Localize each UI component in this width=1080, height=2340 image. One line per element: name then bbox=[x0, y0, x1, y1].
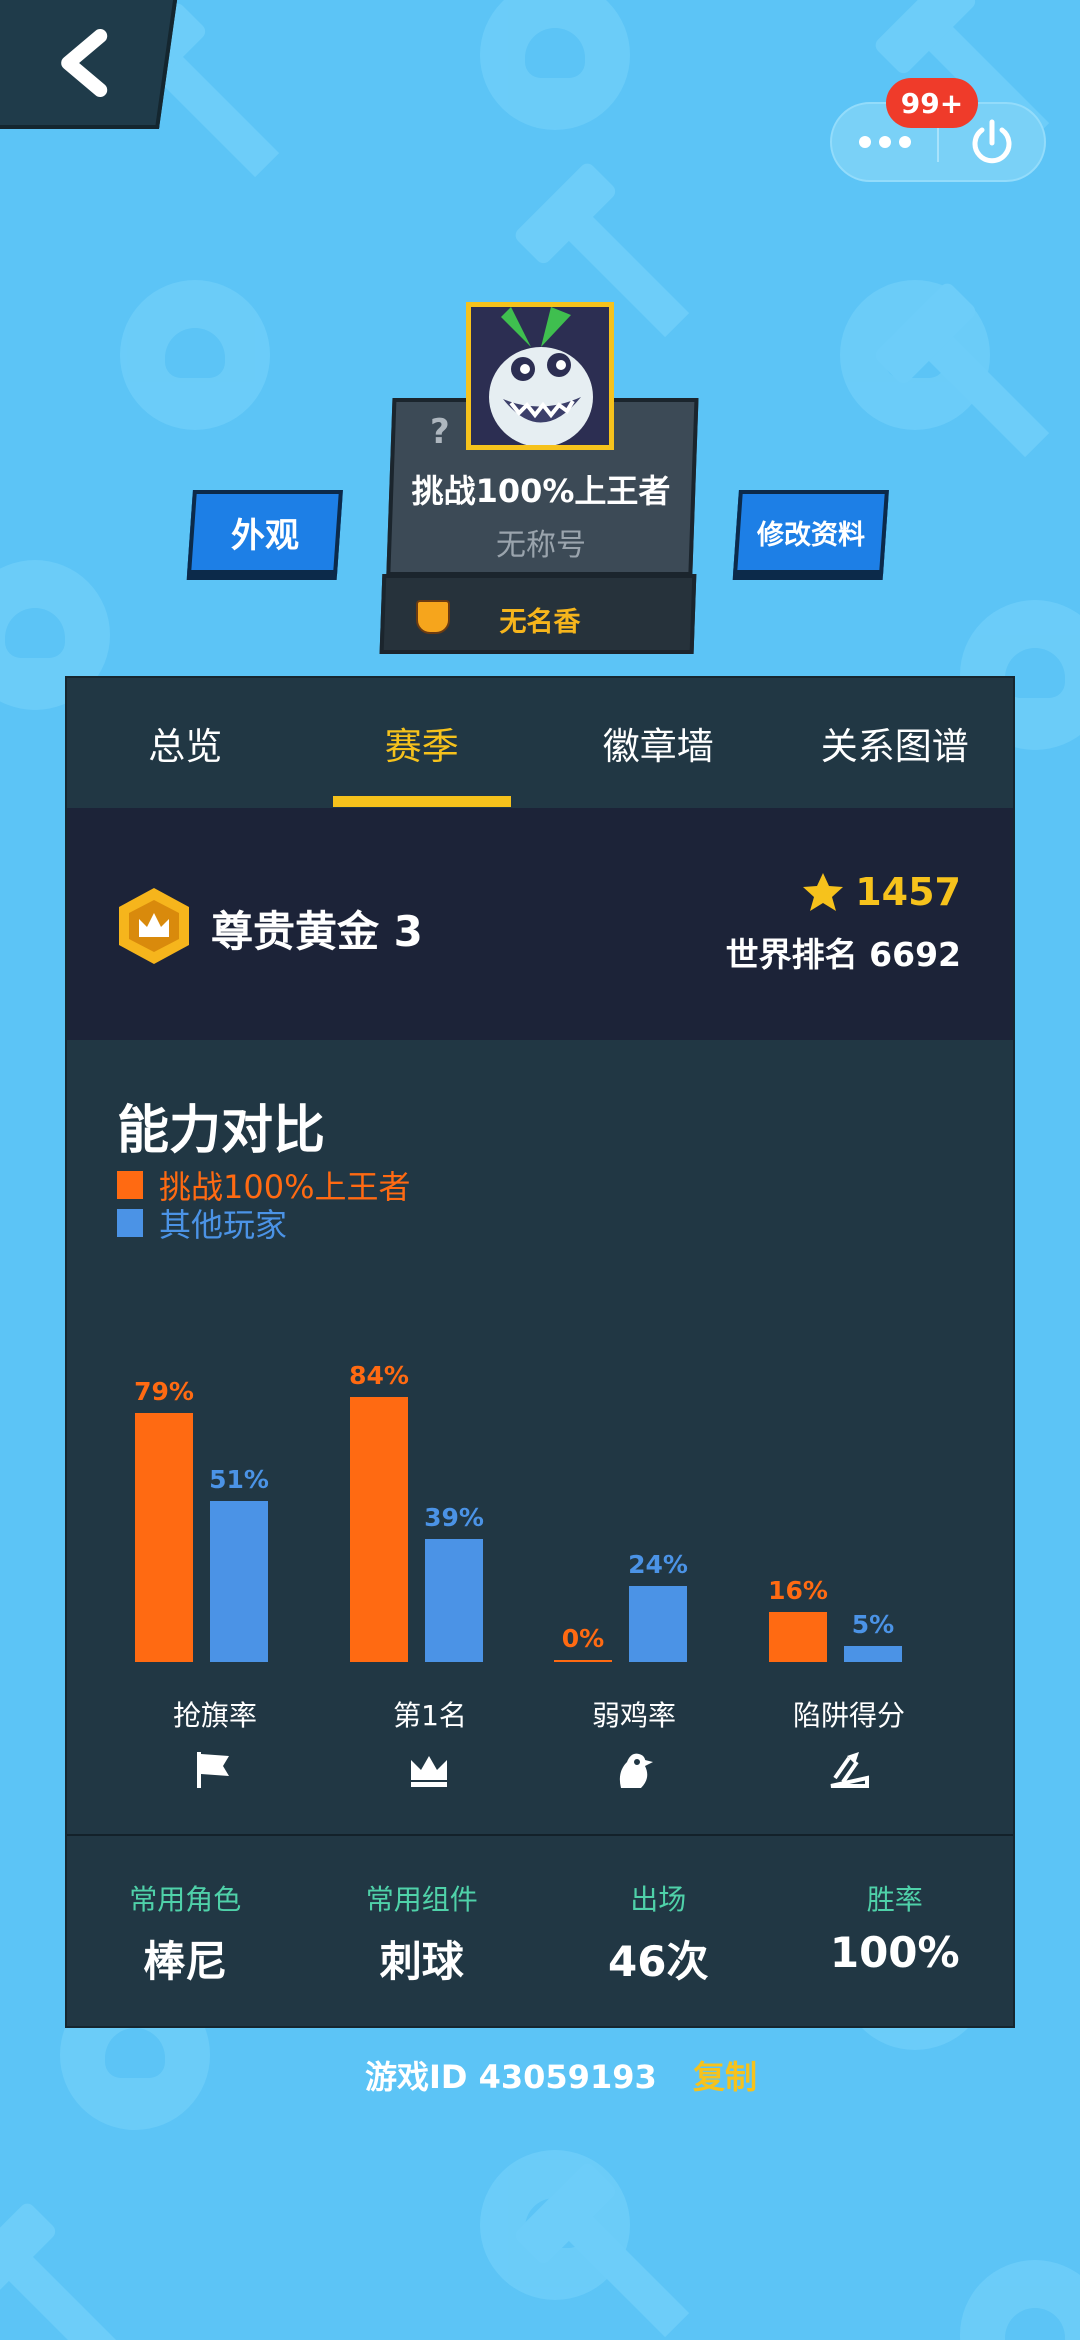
stat-main-component: 常用组件 刺球 bbox=[304, 1878, 541, 1989]
flag-icon bbox=[197, 1752, 229, 1788]
avatar[interactable] bbox=[466, 302, 614, 450]
category-label: 陷阱得分 bbox=[792, 1699, 905, 1732]
bar-value-label: 79% bbox=[134, 1376, 194, 1406]
stat-key: 常用角色 bbox=[129, 1883, 242, 1916]
chart-bar bbox=[135, 1412, 193, 1662]
stat-main-role: 常用角色 棒尼 bbox=[67, 1878, 304, 1989]
tab-overview[interactable]: 总览 bbox=[67, 678, 304, 808]
clan-name[interactable]: 无名香 bbox=[460, 600, 620, 639]
trap-icon bbox=[830, 1752, 869, 1788]
season-rank-row: 尊贵黄金 3 1457 世界排名 6692 bbox=[67, 808, 1013, 1040]
power-icon bbox=[972, 119, 1011, 164]
stats-panel: 总览 赛季 徽章墙 关系图谱 尊贵黄金 3 1457 世界排名 6692 能力对… bbox=[65, 676, 1015, 2028]
monster-avatar-icon bbox=[471, 307, 609, 445]
stat-value: 棒尼 bbox=[143, 1937, 228, 1986]
player-name: 挑战100%上王者 bbox=[411, 472, 671, 510]
chart-bar bbox=[554, 1660, 612, 1662]
tab-badge-wall[interactable]: 徽章墙 bbox=[540, 678, 777, 808]
chart-bar bbox=[844, 1646, 902, 1662]
stat-key: 常用组件 bbox=[365, 1883, 478, 1916]
stats-row: 常用角色 棒尼 常用组件 刺球 出场 46次 胜率 100% bbox=[67, 1878, 1013, 1989]
clan-badge-icon bbox=[416, 600, 450, 634]
copy-button[interactable]: 复制 bbox=[693, 2052, 757, 2098]
divider bbox=[67, 1834, 1013, 1836]
chart-bar bbox=[425, 1538, 483, 1662]
chart-bar bbox=[629, 1586, 687, 1662]
bar-value-label: 24% bbox=[628, 1550, 688, 1580]
chart-bar bbox=[210, 1501, 268, 1662]
bar-value-label: 51% bbox=[209, 1465, 269, 1495]
crown-icon bbox=[411, 1756, 447, 1787]
notification-badge: 99+ bbox=[886, 78, 978, 128]
section-title: 能力对比 bbox=[117, 1101, 326, 1161]
bar-value-label: 5% bbox=[851, 1610, 895, 1640]
appearance-button-label: 外观 bbox=[231, 515, 299, 556]
bar-value-label: 0% bbox=[561, 1624, 605, 1653]
category-label: 第1名 bbox=[393, 1699, 467, 1732]
tab-bar: 总览 赛季 徽章墙 关系图谱 bbox=[67, 678, 1013, 808]
edit-profile-button-label: 修改资料 bbox=[757, 519, 865, 551]
world-rank: 世界排名 6692 bbox=[725, 935, 961, 974]
tab-relationship[interactable]: 关系图谱 bbox=[777, 678, 1014, 808]
player-title: 无称号 bbox=[496, 528, 586, 563]
stat-appearances: 出场 46次 bbox=[540, 1878, 777, 1989]
game-id: 游戏ID 43059193 bbox=[365, 2058, 657, 2096]
more-dots-icon bbox=[858, 136, 911, 148]
legend-others: 其他玩家 bbox=[117, 1200, 287, 1246]
tab-season[interactable]: 赛季 bbox=[304, 678, 541, 808]
legend-others-label: 其他玩家 bbox=[159, 1206, 288, 1244]
chart-bar bbox=[769, 1611, 827, 1662]
stat-win-rate: 胜率 100% bbox=[777, 1878, 1014, 1989]
edit-profile-button[interactable]: 修改资料 bbox=[733, 490, 889, 574]
appearance-button[interactable]: 外观 bbox=[187, 490, 343, 574]
score-value: 1457 bbox=[855, 870, 961, 914]
bar-value-label: 16% bbox=[768, 1575, 828, 1605]
bar-value-label: 39% bbox=[424, 1502, 484, 1532]
stat-key: 出场 bbox=[630, 1883, 687, 1916]
crown-badge-icon bbox=[139, 913, 169, 937]
bar-value-label: 84% bbox=[349, 1360, 409, 1390]
category-label: 弱鸡率 bbox=[591, 1699, 676, 1732]
question-mark-icon[interactable]: ? bbox=[430, 412, 450, 452]
star-icon bbox=[803, 873, 844, 911]
stat-value: 46次 bbox=[608, 1937, 709, 1986]
chevron-left-icon bbox=[61, 28, 108, 97]
stat-key: 胜率 bbox=[866, 1883, 923, 1916]
score: 1457 bbox=[801, 870, 961, 914]
back-button[interactable] bbox=[0, 0, 178, 129]
chicken-icon bbox=[619, 1753, 653, 1788]
active-tab-indicator bbox=[333, 796, 511, 807]
category-label: 抢旗率 bbox=[172, 1699, 257, 1732]
chart-bar bbox=[350, 1396, 408, 1662]
stat-value: 100% bbox=[829, 1928, 960, 1977]
stat-value: 刺球 bbox=[379, 1937, 464, 1986]
rank-label: 尊贵黄金 3 bbox=[211, 907, 423, 956]
